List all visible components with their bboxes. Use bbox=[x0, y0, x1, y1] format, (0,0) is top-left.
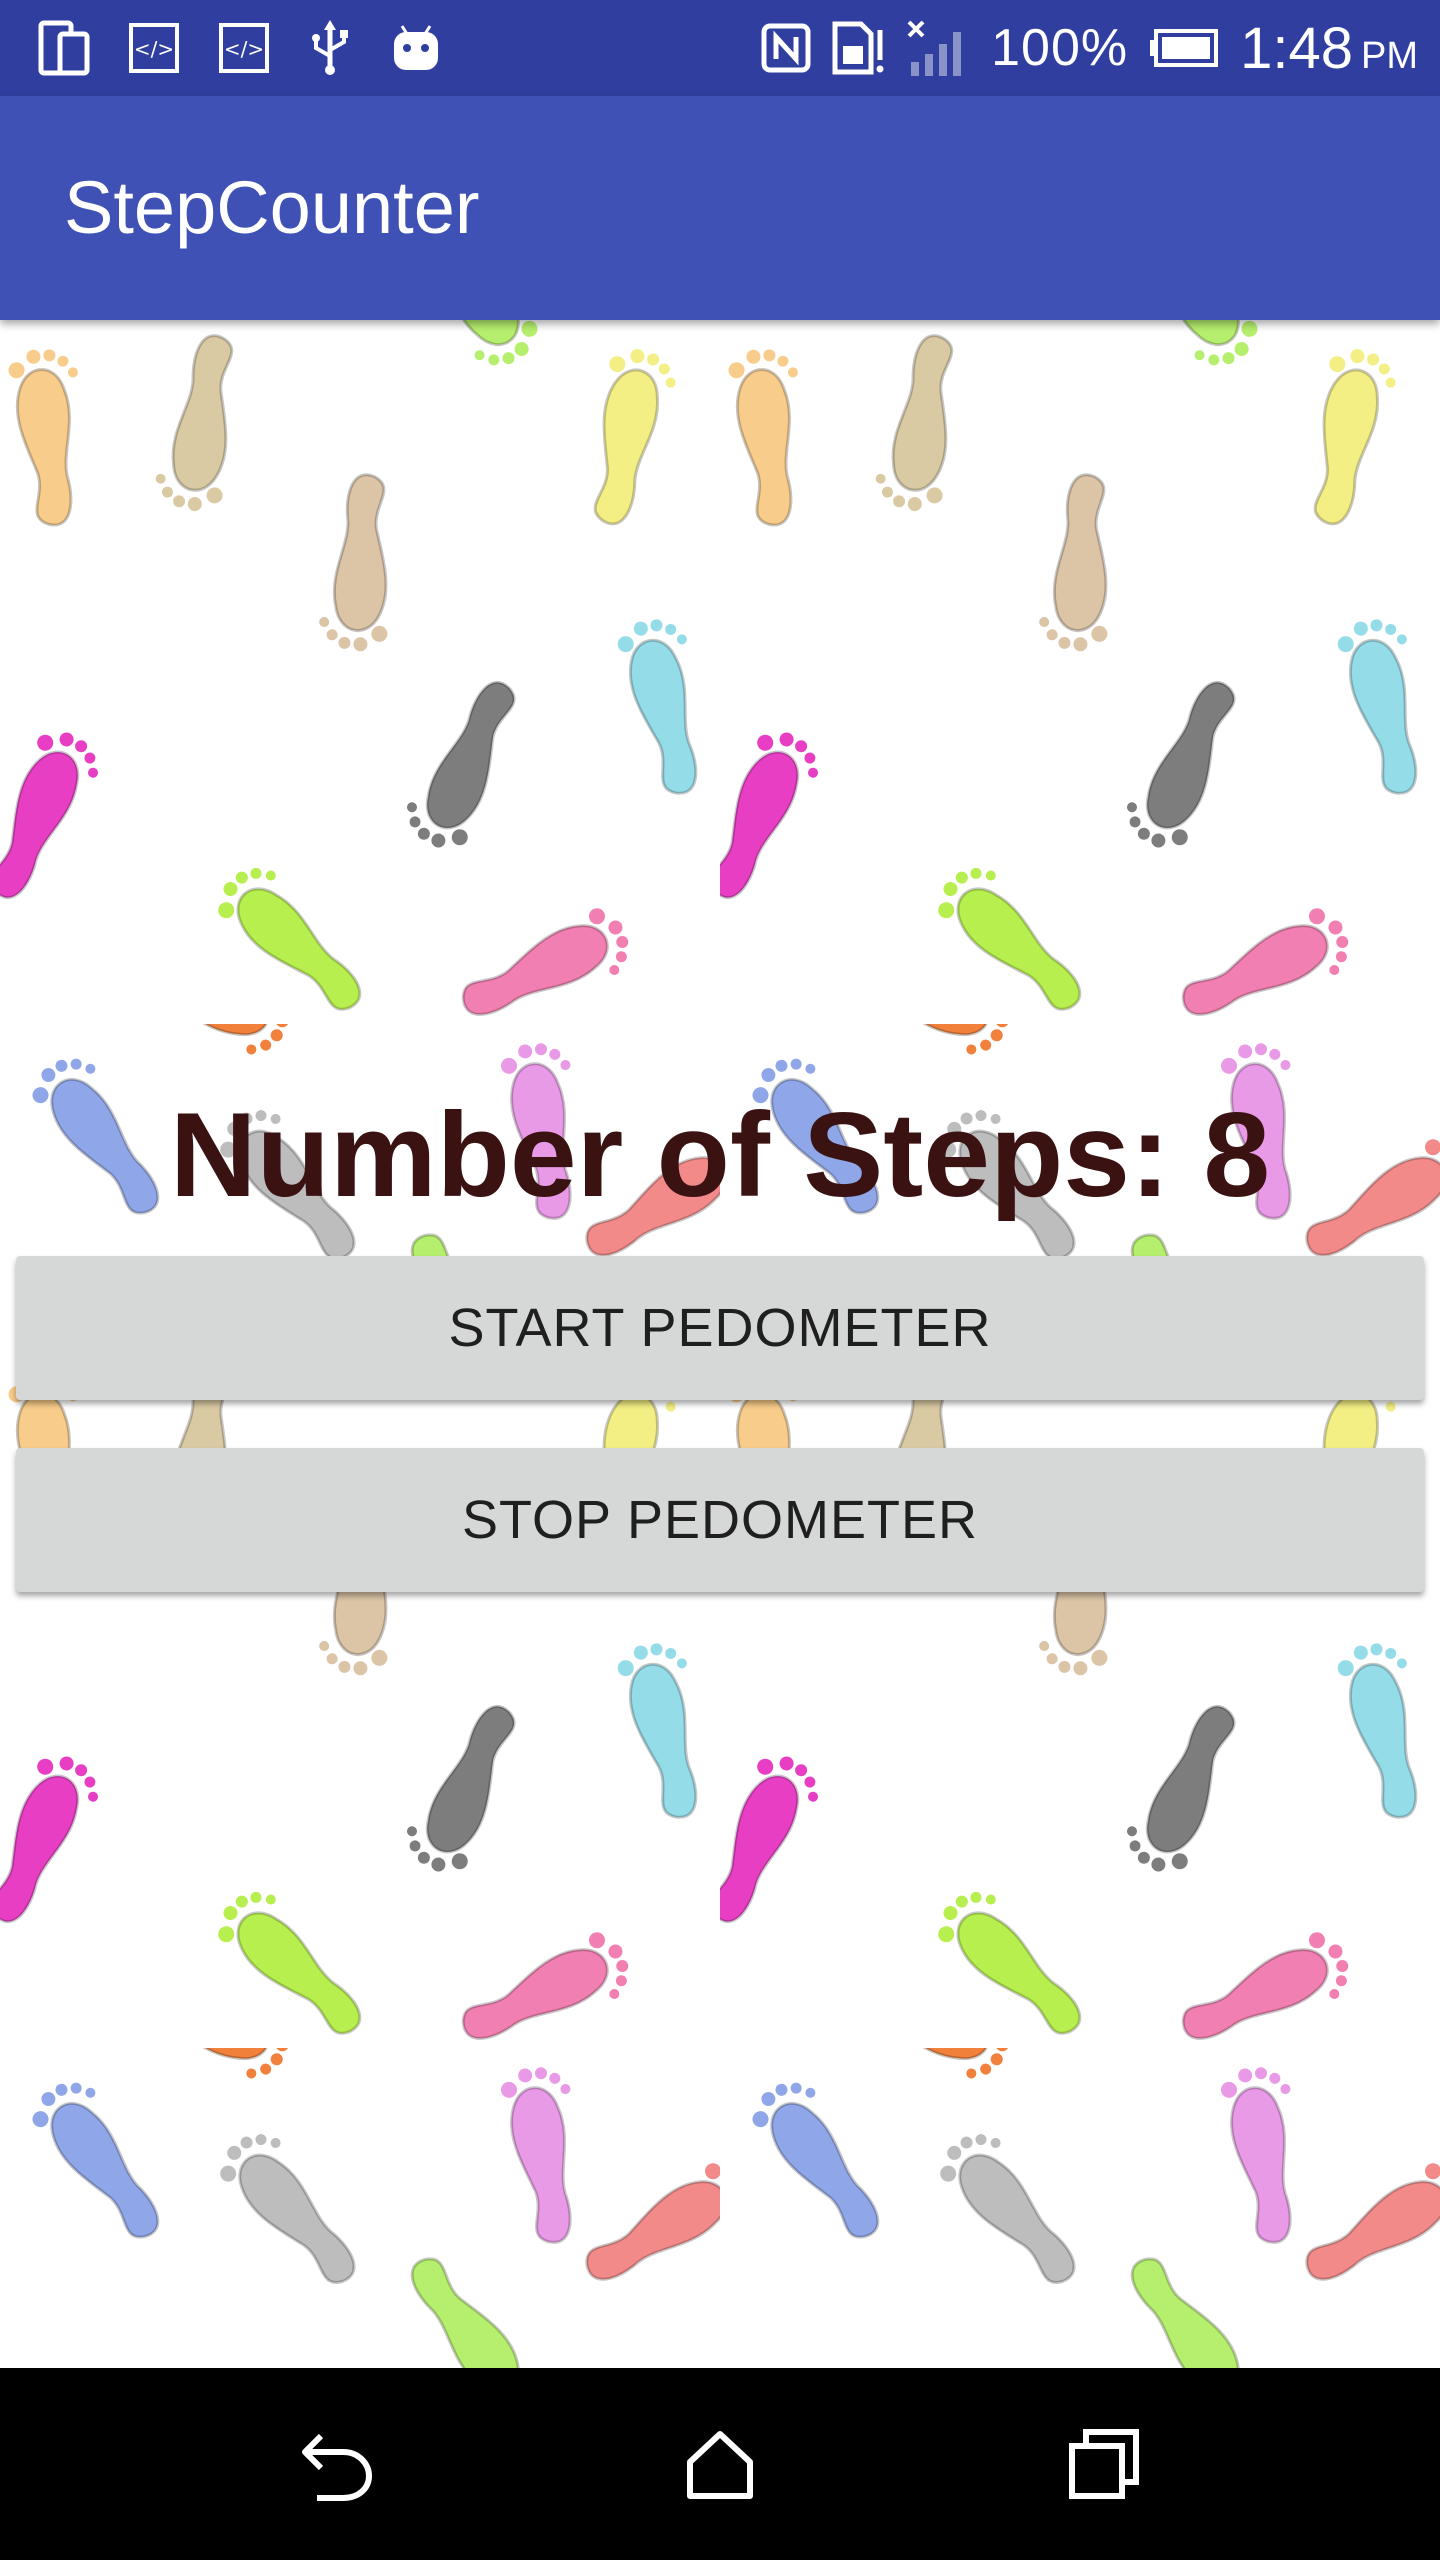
code-icon: </> bbox=[218, 22, 270, 74]
clock-time: 1:48 bbox=[1240, 15, 1353, 81]
clock-ampm: PM bbox=[1361, 34, 1418, 77]
main-content: Number of Steps: 8 START PEDOMETER STOP … bbox=[0, 320, 1440, 2368]
code-icon: </> bbox=[128, 22, 180, 74]
home-icon bbox=[687, 2431, 753, 2499]
clock: 1:48 PM bbox=[1240, 15, 1418, 82]
sim-alert-icon bbox=[831, 20, 887, 76]
battery-percent: 100% bbox=[991, 19, 1129, 77]
app-title: StepCounter bbox=[64, 166, 480, 249]
battery-icon bbox=[1148, 28, 1220, 68]
screen-icon bbox=[38, 20, 90, 76]
back-icon bbox=[302, 2433, 373, 2501]
svg-text:</>: </> bbox=[134, 37, 174, 61]
start-pedometer-button[interactable]: START PEDOMETER bbox=[16, 1256, 1424, 1400]
android-icon bbox=[390, 22, 442, 74]
navigation-bar bbox=[0, 2368, 1440, 2560]
recents-button[interactable] bbox=[1048, 2408, 1160, 2520]
signal-icon bbox=[907, 18, 971, 78]
status-system: 100% 1:48 PM bbox=[761, 10, 1418, 86]
nfc-icon bbox=[761, 23, 811, 73]
back-button[interactable] bbox=[281, 2408, 393, 2520]
usb-icon bbox=[308, 20, 352, 76]
steps-count-label: Number of Steps: 8 bbox=[169, 1088, 1271, 1222]
home-button[interactable] bbox=[664, 2408, 776, 2520]
status-bar: </> </> 100% 1:48 PM bbox=[0, 0, 1440, 96]
recents-icon bbox=[1069, 2429, 1139, 2499]
screen: </> </> 100% 1:48 PM StepCounter Number … bbox=[0, 0, 1440, 2560]
app-bar: StepCounter bbox=[0, 96, 1440, 320]
status-notifications: </> </> bbox=[38, 18, 442, 78]
stop-pedometer-button[interactable]: STOP PEDOMETER bbox=[16, 1448, 1424, 1592]
svg-text:</>: </> bbox=[224, 37, 264, 61]
